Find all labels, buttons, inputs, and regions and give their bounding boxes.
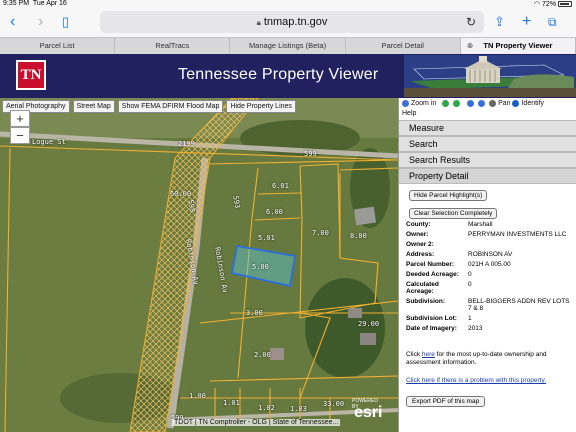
assessment-note: Click here for the most up-to-date owner… [406,351,547,366]
full-extent-icon[interactable] [478,99,486,107]
section-search[interactable]: Search [399,136,576,152]
detail-row-owner: Owner: PERRYMAN INVESTMENTS LLC [406,230,567,238]
capitol-map-graphic [404,55,576,97]
parcel-7-00: 7.00 [312,229,329,237]
map-zoom-in-button[interactable]: + [10,110,30,127]
map-view[interactable]: Logue St 2199 599 593 598 Robinson Av Ro… [0,98,398,432]
assessment-here-link[interactable]: here [422,351,435,358]
property-detail-table: County: Marshall Owner: PERRYMAN INVESTMEN… [406,219,574,333]
browser-toolbar: ‹ › ▯ 🔒︎ tnmap.tn.gov ↻ ⇪ + ⧉ [0,8,576,37]
status-date: Tue Apr 16 [32,0,67,7]
clear-selection-button[interactable]: Clear Selection Completely [409,208,498,219]
forward-arrow-icon[interactable]: › [38,12,43,32]
bookmarks-icon[interactable]: ▯ [62,12,69,32]
detail-row-subdivision: Subdivision: BELL-BIGGERS ADDN REV LOTS 7… [406,297,570,312]
tab-parcel-detail[interactable]: Parcel Detail [346,38,461,54]
parcel-60-00: 60.00 [170,190,192,198]
magnifier-plus-icon [402,99,409,107]
status-time: 9:35 PM [3,0,30,7]
parcel-5-01: 5.01 [258,234,275,242]
detail-row-parcel-number: Parcel Number: 021H A 005.00 [406,260,511,268]
tab-label: TN Property Viewer [483,41,553,50]
lock-icon: 🔒︎ [256,18,261,27]
reload-icon[interactable]: ↻ [466,11,476,33]
parcel-6-00: 6.00 [266,208,283,216]
tab-realtracs[interactable]: RealTracs [115,38,231,54]
parcel-1-02: 1.02 [258,404,275,412]
section-search-results[interactable]: Search Results [399,152,576,168]
parcel-2-00: 2.00 [254,351,271,359]
info-icon [512,99,520,107]
aerial-map[interactable] [0,98,398,432]
detail-row-subdivision-lot: Subdivision Lot: 1 [406,314,472,322]
tab-manage-listings[interactable]: Manage Listings (Beta) [230,38,346,54]
report-problem-link[interactable]: Click here if there is a problem with th… [406,377,546,384]
fema-flood-map-button[interactable]: Show FEMA DFIRM Flood Map [117,100,224,113]
help-link[interactable]: Help [402,110,416,117]
map-attribution: TDOT | TN Comptroller - OLG | State of T… [172,419,341,426]
parcel-8-00: 8.00 [350,232,367,240]
battery-icon [558,1,572,8]
esri-logo: POWERED BY esri [352,398,383,421]
detail-row-date-of-imagery: Date of Imagery: 2013 [406,324,483,332]
parcel-33-00: 33.00 [323,400,345,408]
identify-tool[interactable]: Identify [512,99,544,107]
parcel-5-00: 5.00 [252,263,269,271]
street-map-button[interactable]: Street Map [72,100,115,113]
address-bar[interactable]: 🔒︎ tnmap.tn.gov ↻ [100,11,484,33]
back-arrow-icon[interactable]: ‹ [10,12,15,32]
section-property-detail[interactable]: Property Detail [399,168,576,184]
esri-powered-by: POWERED BY [352,398,378,410]
parcel-1-03: 1.03 [290,405,307,413]
site-banner: TN Tennessee Property Viewer [0,54,576,98]
parcel-1-00: 1.00 [189,392,206,400]
back-extent-icon[interactable] [442,99,450,107]
ios-status-bar: 9:35 PM Tue Apr 16 ◠ 72% [0,0,576,8]
detail-row-county: County: Marshall [406,220,493,228]
forward-extent-icon[interactable] [453,99,461,107]
parcel-1-01: 1.01 [223,399,240,407]
map-zoom-out-button[interactable]: − [10,127,30,144]
new-tab-icon[interactable]: + [522,12,531,32]
url-text: tnmap.tn.gov [263,16,328,28]
label-2199: 2199 [178,140,195,148]
tabs-overview-icon[interactable]: ⧉ [548,12,557,32]
hide-property-lines-button[interactable]: Hide Property Lines [226,100,296,113]
detail-row-address: Address: ROBINSON AV [406,250,513,258]
map-tools: Zoom in Pan Identify Help [399,98,576,120]
label-logue-st: Logue St [32,138,66,146]
label-598: 598 [186,199,197,213]
pan-tool[interactable]: Pan [489,99,511,107]
page-title: Tennessee Property Viewer [178,66,379,83]
side-panel: Zoom in Pan Identify Help Measure Search… [398,98,576,432]
zoom-in-tool[interactable]: Zoom in [402,99,436,107]
close-tab-icon[interactable]: ⊗ [467,38,473,54]
zoom-out-icon[interactable] [467,99,475,107]
label-599a: 599 [304,150,317,158]
detail-row-deeded-acreage: Deeded Acreage: 0 [406,270,472,278]
browser-tab-strip: Parcel List RealTracs Manage Listings (B… [0,37,576,54]
zoom-control: + − [10,110,30,144]
export-pdf-button[interactable]: Export PDF of this map [406,396,486,407]
parcel-6-01: 6.01 [272,182,289,190]
tn-logo: TN [16,60,46,90]
wifi-icon: ◠ [533,1,541,8]
tab-tn-property-viewer[interactable]: ⊗ TN Property Viewer [460,38,576,54]
map-button-bar: Aerial Photography Street Map Show FEMA … [2,100,296,113]
section-measure[interactable]: Measure [399,120,576,136]
detail-row-owner-2: Owner 2: [406,240,434,248]
hide-parcel-highlight-button[interactable]: Hide Parcel Highlight(s) [409,190,488,201]
detail-row-calculated-acreage: Calculated Acreage: 0 [406,280,472,295]
parcel-29-00: 29.00 [358,320,380,328]
pan-hand-icon [489,99,497,107]
parcel-3-00: 3.00 [246,309,263,317]
battery-percent: 72% [542,1,557,8]
share-icon[interactable]: ⇪ [494,12,505,32]
tab-parcel-list[interactable]: Parcel List [0,38,116,54]
